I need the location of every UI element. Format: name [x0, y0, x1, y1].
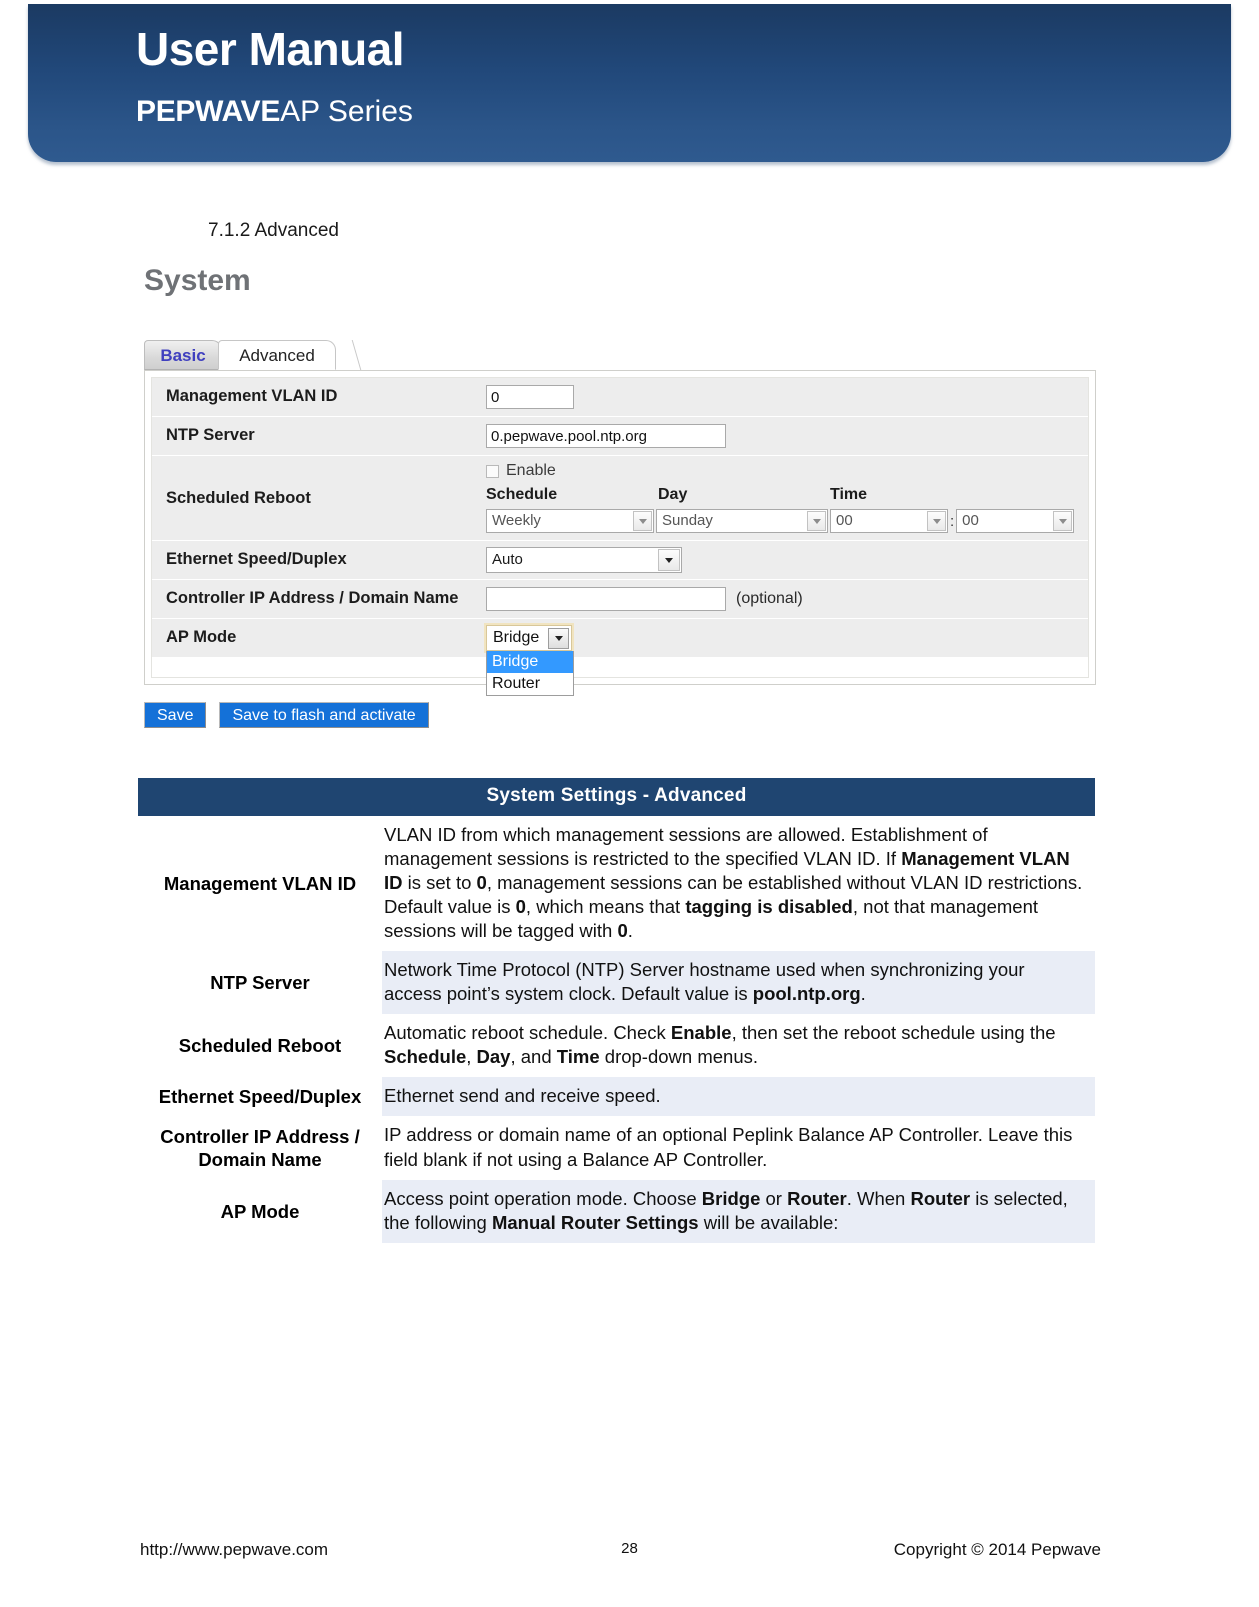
system-settings-advanced-table: System Settings - Advanced Management VL… [138, 778, 1095, 1243]
tab-basic[interactable]: Basic [144, 340, 222, 370]
value-scheduled-reboot: Enable Schedule Day Time Weekly Sunday 0… [482, 456, 1088, 540]
ap-mode-select-button[interactable]: Bridge [484, 623, 574, 653]
settings-panel: Management VLAN ID 0 NTP Server 0.pepwav… [144, 370, 1096, 696]
row-ap-mode: AP Mode Bridge Bridge Router [152, 619, 1088, 696]
ap-mode-dropdown[interactable]: Bridge Bridge Router [484, 623, 574, 696]
system-settings-figure: System Basic Advanced Management VLAN ID… [140, 262, 1100, 742]
table-row: Scheduled Reboot Automatic reboot schedu… [138, 1014, 1095, 1077]
ethernet-speed-duplex-value: Auto [492, 551, 523, 568]
scheduled-reboot-enable-wrap[interactable]: Enable [486, 460, 556, 482]
label-ntp-server: NTP Server [166, 426, 255, 444]
minute-select[interactable]: 00 [956, 509, 1075, 533]
schedule-column-headers: Schedule Day Time [486, 484, 867, 506]
hour-select[interactable]: 00 [830, 509, 948, 533]
ap-mode-option-router[interactable]: Router [487, 673, 573, 695]
controller-ip-optional-note: (optional) [736, 590, 803, 607]
management-vlan-id-input[interactable]: 0 [486, 385, 574, 409]
ntp-server-input[interactable]: 0.pepwave.pool.ntp.org [486, 424, 726, 448]
table-row: Ethernet Speed/Duplex Ethernet send and … [138, 1077, 1095, 1117]
tab-advanced[interactable]: Advanced [218, 340, 336, 370]
label-scheduled-reboot: Scheduled Reboot [166, 488, 311, 507]
hour-select-value: 00 [836, 512, 853, 529]
table-row: Controller IP Address / Domain Name IP a… [138, 1116, 1095, 1179]
enable-label: Enable [506, 462, 556, 479]
settings-panel-inner: Management VLAN ID 0 NTP Server 0.pepwav… [151, 377, 1089, 696]
row-scheduled-reboot: Scheduled Reboot Enable Schedule Day Tim… [152, 456, 1088, 541]
ap-mode-selected-value: Bridge [493, 629, 540, 646]
label-ethernet-speed-duplex: Ethernet Speed/Duplex [166, 550, 347, 568]
desc-body-management-vlan-id: VLAN ID from which management sessions a… [384, 824, 1083, 942]
figure-page-title: System [144, 264, 251, 297]
value-management-vlan-id: 0 [482, 378, 1088, 416]
value-ntp-server: 0.pepwave.pool.ntp.org [482, 417, 1088, 455]
label-ap-mode: AP Mode [166, 628, 237, 646]
desc-label-ntp-server: NTP Server [210, 972, 310, 994]
time-separator: : [950, 512, 955, 530]
desc-table-body: System Settings - Advanced Management VL… [138, 778, 1095, 1243]
header-day: Day [658, 486, 688, 503]
value-ap-mode: Bridge Bridge Router [482, 619, 1088, 696]
row-ethernet-speed-duplex: Ethernet Speed/Duplex Auto [152, 541, 1088, 580]
controller-ip-input[interactable] [486, 587, 726, 611]
table-row: AP Mode Access point operation mode. Cho… [138, 1179, 1095, 1243]
desc-label-ethernet-speed-duplex: Ethernet Speed/Duplex [158, 1086, 362, 1108]
banner-subtitle: PEPWAVEAP Series [136, 97, 413, 127]
chevron-down-icon [548, 628, 569, 649]
desc-label-management-vlan-id: Management VLAN ID [163, 873, 357, 895]
label-management-vlan-id: Management VLAN ID [166, 387, 338, 405]
page-banner: User Manual PEPWAVEAP Series [28, 4, 1231, 162]
chevron-down-icon [1053, 511, 1073, 531]
desc-body-ntp-server: Network Time Protocol (NTP) Server hostn… [382, 951, 1095, 1015]
row-management-vlan-id: Management VLAN ID 0 [152, 378, 1088, 417]
desc-table-header: System Settings - Advanced [138, 778, 1095, 816]
label-controller-ip: Controller IP Address / Domain Name [166, 589, 459, 607]
chevron-down-icon [658, 549, 680, 571]
header-time: Time [830, 486, 868, 503]
table-row: Management VLAN ID VLAN ID from which ma… [138, 816, 1095, 951]
footer-copyright: Copyright © 2014 Pepwave [893, 1540, 1101, 1559]
desc-table-header-row: System Settings - Advanced [138, 778, 1095, 816]
tab-bar: Basic Advanced [144, 340, 1096, 372]
chevron-down-icon [633, 511, 652, 531]
banner-title: User Manual [136, 23, 405, 75]
chevron-down-icon [927, 511, 946, 531]
minute-select-value: 00 [962, 512, 979, 529]
desc-body-controller-ip: IP address or domain name of an optional… [384, 1124, 1073, 1170]
desc-label-controller-ip: Controller IP Address / Domain Name [160, 1125, 360, 1171]
save-button[interactable]: Save [144, 702, 207, 728]
day-select[interactable]: Sunday [656, 509, 828, 533]
desc-label-scheduled-reboot: Scheduled Reboot [178, 1035, 342, 1057]
desc-body-ap-mode: Access point operation mode. Choose Brid… [382, 1179, 1095, 1243]
row-ntp-server: NTP Server 0.pepwave.pool.ntp.org [152, 417, 1088, 456]
header-schedule: Schedule [486, 486, 558, 503]
schedule-select[interactable]: Weekly [486, 509, 654, 533]
row-controller-ip: Controller IP Address / Domain Name (opt… [152, 580, 1088, 619]
ap-mode-option-list: Bridge Router [486, 651, 574, 696]
brand-name: PEPWAVE [136, 95, 281, 128]
ethernet-speed-duplex-select[interactable]: Auto [486, 547, 682, 573]
value-controller-ip: (optional) [482, 580, 1088, 618]
save-to-flash-and-activate-button[interactable]: Save to flash and activate [219, 702, 429, 728]
desc-body-scheduled-reboot: Automatic reboot schedule. Check Enable,… [384, 1022, 1056, 1068]
desc-label-ap-mode: AP Mode [220, 1200, 300, 1222]
schedule-select-value: Weekly [492, 512, 541, 529]
ap-mode-option-bridge[interactable]: Bridge [487, 651, 573, 673]
chevron-down-icon [807, 511, 826, 531]
schedule-selects: Weekly Sunday 00 : 00 [486, 508, 1075, 534]
value-ethernet-speed-duplex: Auto [482, 541, 1088, 579]
enable-checkbox[interactable] [486, 464, 499, 478]
form-action-buttons: Save Save to flash and activate [144, 702, 429, 728]
desc-body-ethernet-speed-duplex: Ethernet send and receive speed. [382, 1077, 1095, 1117]
table-row: NTP Server Network Time Protocol (NTP) S… [138, 951, 1095, 1015]
section-heading: 7.1.2 Advanced [208, 220, 339, 241]
day-select-value: Sunday [662, 512, 713, 529]
brand-series: AP Series [280, 95, 413, 128]
